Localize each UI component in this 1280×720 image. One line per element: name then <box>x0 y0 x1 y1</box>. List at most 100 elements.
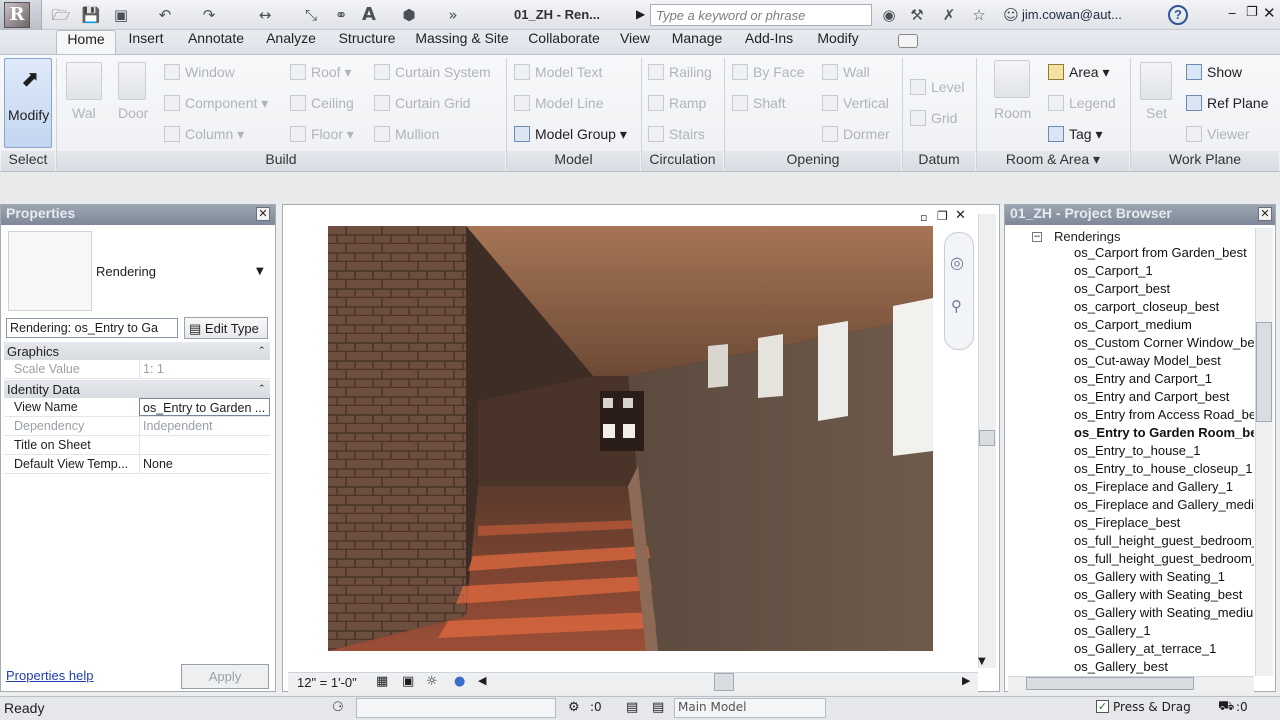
tab-add-ins[interactable]: Add-Ins <box>738 30 800 54</box>
wall-label[interactable]: Wal <box>72 105 96 121</box>
detail-level-icon[interactable]: ▦ <box>376 674 388 689</box>
tab-collaborate[interactable]: Collaborate <box>518 30 610 54</box>
apply-button[interactable]: Apply <box>181 664 269 689</box>
worksharing-icon[interactable]: ⚆ <box>332 700 344 715</box>
design-options-icon[interactable]: ⚙ <box>568 700 580 715</box>
browser-item-rendering[interactable]: os_Carport from Garden_best <box>1074 245 1254 263</box>
filter-icon[interactable]: ⛟ <box>1218 699 1234 716</box>
view-scroll-thumb[interactable] <box>979 430 995 446</box>
editable-only-icon[interactable]: ▤ <box>626 700 638 715</box>
browser-item-rendering[interactable]: os_Gallery with Seating_medium <box>1074 605 1254 623</box>
tag-button[interactable]: Tag ▾ <box>1048 126 1103 143</box>
scroll-down-arrow-icon[interactable]: ▼ <box>978 656 986 667</box>
panel-label-room-area[interactable]: Room & Area ▾ <box>977 151 1129 171</box>
minimize-button[interactable]: ‒ <box>1228 6 1236 21</box>
ribbon-toggle-icon[interactable] <box>898 34 918 48</box>
tab-manage[interactable]: Manage <box>662 30 732 54</box>
door-icon[interactable] <box>118 62 146 100</box>
properties-help-link[interactable]: Properties help <box>6 668 93 683</box>
panel-label-build[interactable]: Build <box>57 151 505 171</box>
browser-item-rendering[interactable]: os_full_height_guest_bedroom_1 <box>1074 533 1254 551</box>
roof-button[interactable]: Roof ▾ <box>290 64 352 81</box>
subscription-icon[interactable]: ⚒ <box>906 4 928 26</box>
browser-item-rendering[interactable]: os_Entry and Carport_best <box>1074 389 1254 407</box>
collapse-folder-icon[interactable]: − <box>1032 232 1042 242</box>
browser-item-rendering[interactable]: os_Fireplace and Gallery_1 <box>1074 479 1254 497</box>
design-option-dropdown[interactable]: Main Model <box>674 698 826 718</box>
user-name[interactable]: jim.cowan@aut... <box>1022 7 1122 22</box>
3d-view-icon[interactable]: ⬢ <box>398 4 420 26</box>
shaft-button[interactable]: Shaft <box>732 95 786 111</box>
set-label[interactable]: Set <box>1146 105 1167 121</box>
sync-icon[interactable]: ▣ <box>110 4 132 26</box>
view-minimize-icon[interactable]: ▫ <box>920 211 927 224</box>
measure-icon[interactable]: ↔ <box>254 4 276 26</box>
ceiling-button[interactable]: Ceiling <box>290 95 354 111</box>
wall-opening-button[interactable]: Wall <box>822 64 870 80</box>
model-line-button[interactable]: Model Line <box>514 95 604 111</box>
property-row-scale[interactable]: Scale Value 1: 1 <box>4 360 270 379</box>
zoom-icon[interactable]: ⚲ <box>951 297 962 315</box>
browser-item-rendering[interactable]: os_Entry_to_house_1 <box>1074 443 1254 461</box>
steering-wheel-icon[interactable]: ◎ <box>950 253 964 272</box>
save-icon[interactable]: 💾 <box>80 4 102 26</box>
browser-item-rendering[interactable]: os_full_height_guest_bedroom_best <box>1074 551 1254 569</box>
set-work-plane-icon[interactable] <box>1140 62 1172 100</box>
browser-item-rendering[interactable]: os_Carport_1 <box>1074 263 1254 281</box>
tab-annotate[interactable]: Annotate <box>178 30 254 54</box>
floor-button[interactable]: Floor ▾ <box>290 126 354 143</box>
modify-button[interactable]: ⬈ Modify <box>4 58 52 148</box>
browser-vertical-scrollbar[interactable] <box>1255 228 1273 676</box>
play-arrow-icon[interactable]: ▶ <box>636 7 645 21</box>
browser-item-rendering[interactable]: os_Carport_best <box>1074 281 1254 299</box>
curtain-grid-button[interactable]: Curtain Grid <box>374 95 470 111</box>
search-input[interactable]: Type a keyword or phrase <box>650 4 872 26</box>
press-drag-checkbox[interactable]: ✓ <box>1096 700 1109 713</box>
tab-insert[interactable]: Insert <box>118 30 174 54</box>
view-scale[interactable]: 12" = 1'-0" <box>297 675 357 690</box>
curtain-system-button[interactable]: Curtain System <box>374 64 491 80</box>
application-menu-button[interactable]: R <box>0 0 42 30</box>
ref-plane-button[interactable]: Ref Plane <box>1186 95 1268 111</box>
tab-massing-site[interactable]: Massing & Site <box>410 30 514 54</box>
panel-label-datum[interactable]: Datum <box>903 151 975 171</box>
more-tools-icon[interactable]: » <box>442 4 464 26</box>
renderings-folder[interactable]: Renderings <box>1054 229 1121 244</box>
close-button[interactable]: ✕ <box>1263 4 1276 22</box>
panel-label-work-plane[interactable]: Work Plane <box>1131 151 1279 171</box>
wall-icon[interactable] <box>66 62 102 100</box>
browser-item-rendering[interactable]: os_Gallery with Seating_best <box>1074 587 1254 605</box>
category-identity-data[interactable]: Identity Data ˆ <box>4 380 270 398</box>
dormer-button[interactable]: Dormer <box>822 126 890 142</box>
worksets-icon[interactable]: ▤ <box>652 700 664 715</box>
help-icon[interactable]: ? <box>1168 5 1188 25</box>
restore-button[interactable]: ❐ <box>1246 5 1258 20</box>
browser-item-rendering[interactable]: os_Fireplace_best <box>1074 515 1254 533</box>
tab-structure[interactable]: Structure <box>328 30 406 54</box>
window-button[interactable]: Window <box>164 64 235 80</box>
user-icon[interactable]: ☺ <box>1000 4 1022 26</box>
view-close-icon[interactable]: ✕ <box>955 208 966 223</box>
stairs-button[interactable]: Stairs <box>648 126 705 142</box>
panel-label-circulation[interactable]: Circulation <box>642 151 723 171</box>
tab-analyze[interactable]: Analyze <box>258 30 324 54</box>
browser-item-rendering[interactable]: os_Entry from Access Road_best <box>1074 407 1254 425</box>
panel-label-select[interactable]: Select <box>1 151 55 171</box>
visual-style-icon[interactable]: ▣ <box>402 674 414 689</box>
model-text-button[interactable]: Model Text <box>514 64 602 80</box>
property-row-view-name[interactable]: View Name os_Entry to Garden ... <box>4 398 270 417</box>
door-label[interactable]: Door <box>118 105 148 121</box>
redo-icon[interactable]: ↷ <box>198 4 220 26</box>
scroll-right-arrow-icon[interactable]: ▶ <box>962 674 970 687</box>
browser-item-rendering[interactable]: os_Gallery_at_terrace_1 <box>1074 641 1254 659</box>
tab-home[interactable]: Home <box>56 30 116 54</box>
browser-item-rendering[interactable]: os_Cut-away Model_best <box>1074 353 1254 371</box>
room-icon[interactable] <box>994 60 1030 98</box>
model-group-button[interactable]: Model Group ▾ <box>514 126 627 143</box>
grid-button[interactable]: Grid <box>910 110 957 126</box>
edit-type-button[interactable]: ▤ Edit Type <box>184 317 268 339</box>
room-label[interactable]: Room <box>994 105 1031 121</box>
column-button[interactable]: Column ▾ <box>164 126 244 143</box>
ramp-button[interactable]: Ramp <box>648 95 706 111</box>
navigation-bar[interactable]: ◎ ⚲ <box>944 232 974 350</box>
